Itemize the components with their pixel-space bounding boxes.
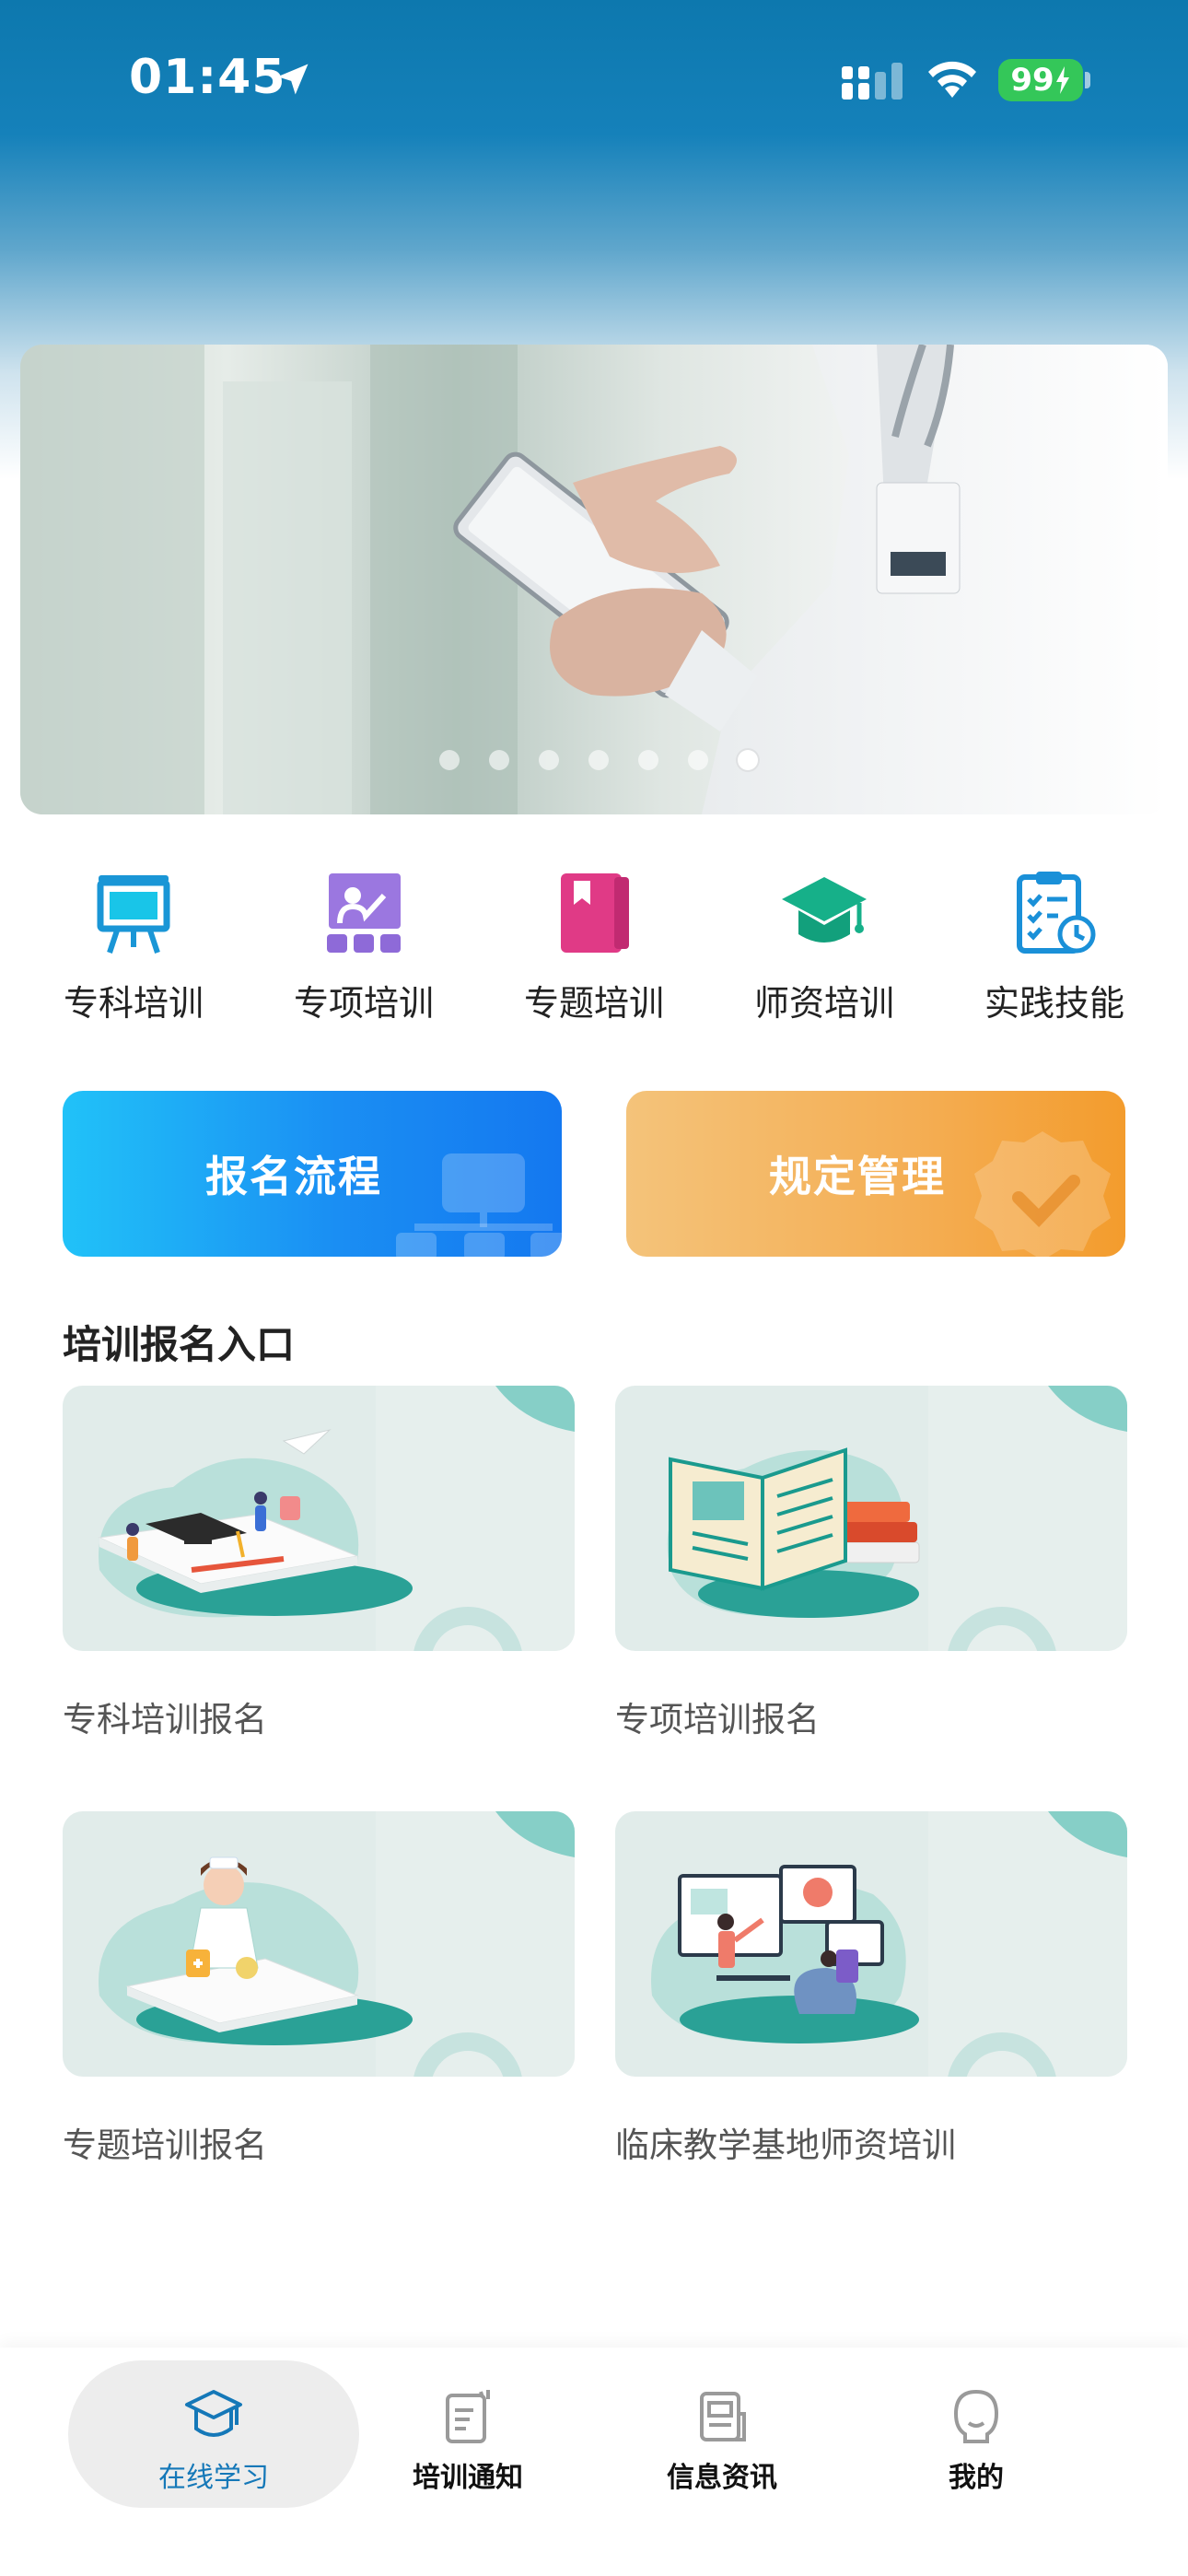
battery-level: 99: [1010, 62, 1054, 99]
doctor-tablet-image: [20, 345, 1168, 814]
bottom-tab-bar: 在线学习 培训通知 信息资讯 我的: [0, 2348, 1188, 2576]
rules-management-label: 规定管理: [769, 1152, 946, 1201]
section-title: 培训报名入口: [63, 1322, 296, 1367]
status-time: 01:45: [129, 50, 286, 105]
rules-management-button[interactable]: 规定管理: [626, 1091, 1125, 1257]
registration-card[interactable]: 临床教学基地师资培训: [615, 1811, 1127, 2167]
book-icon: [548, 866, 640, 958]
battery-indicator: 99: [998, 59, 1083, 101]
notice-icon: [437, 2384, 499, 2447]
category-grid: 专科培训 专项培训 专题培训 师资培训 实践技能: [37, 866, 1151, 1025]
category-label: 专项培训: [293, 983, 434, 1024]
news-icon: [691, 2384, 753, 2447]
org-chart-icon: [396, 1153, 562, 1257]
category-practice-skills[interactable]: 实践技能: [958, 866, 1151, 1025]
tab-online-learning[interactable]: 在线学习: [70, 2366, 357, 2513]
registration-card[interactable]: 专科培训报名: [63, 1386, 575, 1741]
pagination-dot[interactable]: [588, 750, 609, 770]
nurse-illustration: [63, 1811, 575, 2077]
tab-news[interactable]: 信息资讯: [578, 2366, 866, 2513]
location-arrow-icon: [277, 64, 309, 95]
signup-process-label: 报名流程: [205, 1152, 382, 1201]
category-label: 专题培训: [523, 983, 664, 1024]
battery-cap: [1085, 72, 1090, 88]
tab-label: 信息资讯: [667, 2462, 777, 2494]
tab-training-notice[interactable]: 培训通知: [324, 2366, 611, 2513]
hero-banner[interactable]: [20, 345, 1168, 814]
card-label: 专题培训报名: [63, 2125, 267, 2165]
profile-icon: [945, 2384, 1007, 2447]
pagination-dot[interactable]: [638, 750, 658, 770]
registration-card[interactable]: 专项培训报名: [615, 1386, 1127, 1741]
pagination-dot[interactable]: [539, 750, 559, 770]
badge-check-icon: [974, 1131, 1111, 1257]
pagination-dot[interactable]: [688, 750, 708, 770]
category-label: 师资培训: [753, 983, 894, 1024]
study-books-illustration: [63, 1386, 575, 1651]
teacher-lecture-icon: [318, 866, 410, 958]
category-faculty-training[interactable]: 师资培训: [728, 866, 921, 1025]
banner-pagination[interactable]: [20, 750, 1168, 770]
cellular-signal-icon: [842, 63, 903, 100]
tab-profile[interactable]: 我的: [833, 2366, 1120, 2513]
page: 01:45 99 专科培训 专项培训 专题培训 师资培训 实践技能 报名流程 规…: [0, 0, 1188, 2576]
charging-bolt-icon: [1055, 66, 1069, 94]
tab-label: 我的: [949, 2462, 1004, 2494]
easel-board-icon: [87, 866, 180, 958]
clipboard-clock-icon: [1008, 866, 1101, 958]
card-label: 专科培训报名: [63, 1700, 267, 1739]
signup-process-button[interactable]: 报名流程: [63, 1091, 562, 1257]
teaching-screens-illustration: [615, 1811, 1127, 2077]
category-special-item-training[interactable]: 专项培训: [267, 866, 460, 1025]
card-label: 临床教学基地师资培训: [615, 2125, 956, 2165]
pagination-dot[interactable]: [439, 750, 460, 770]
graduation-cap-icon: [182, 2384, 245, 2447]
tab-label: 在线学习: [158, 2462, 269, 2494]
status-bar: 01:45 99: [0, 0, 1188, 157]
card-label: 专项培训报名: [615, 1700, 820, 1739]
category-label: 实践技能: [984, 983, 1124, 1024]
pagination-dot-active[interactable]: [738, 750, 758, 770]
tab-label: 培训通知: [413, 2462, 523, 2494]
category-label: 专科培训: [63, 983, 204, 1024]
open-book-illustration: [615, 1386, 1127, 1651]
registration-card[interactable]: 专题培训报名: [63, 1811, 575, 2167]
pagination-dot[interactable]: [489, 750, 509, 770]
wifi-icon: [928, 61, 976, 98]
category-topic-training[interactable]: 专题培训: [497, 866, 691, 1025]
category-specialty-training[interactable]: 专科培训: [37, 866, 230, 1025]
graduation-cap-icon: [778, 866, 870, 958]
